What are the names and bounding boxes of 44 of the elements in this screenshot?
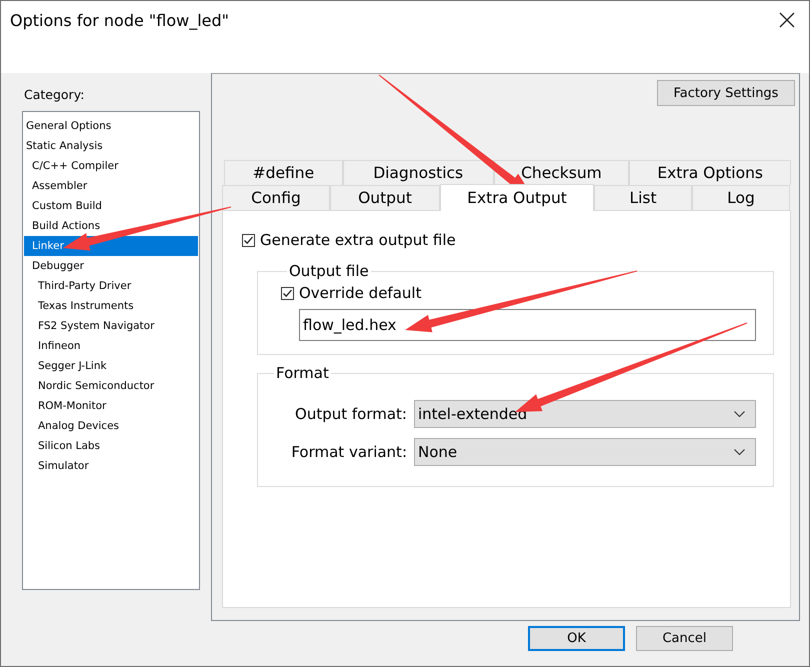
category-item[interactable]: Analog Devices xyxy=(24,416,198,436)
tab[interactable]: Extra Options xyxy=(629,160,792,185)
chevron-icon xyxy=(734,410,745,418)
category-item[interactable]: Nordic Semiconductor xyxy=(24,376,198,396)
close-icon[interactable] xyxy=(779,12,795,28)
category-label: Category: xyxy=(24,87,86,102)
dropdown[interactable]: intel-extended xyxy=(414,400,756,428)
category-item[interactable]: Silicon Labs xyxy=(24,436,198,456)
tab[interactable]: Output xyxy=(330,185,440,210)
category-item[interactable]: Custom Build xyxy=(24,196,198,216)
dialog-button[interactable]: OK xyxy=(528,626,625,651)
field-label: Format variant: xyxy=(290,443,407,461)
category-item[interactable]: Debugger xyxy=(24,256,198,276)
category-item[interactable]: Assembler xyxy=(24,176,198,196)
category-item[interactable]: C/C++ Compiler xyxy=(24,156,198,176)
category-item[interactable]: Third-Party Driver xyxy=(24,276,198,296)
checkbox-label: Override default xyxy=(299,284,422,302)
category-item[interactable]: Simulator xyxy=(24,456,198,476)
tab[interactable]: Config xyxy=(222,185,330,210)
chevron-icon xyxy=(734,448,745,456)
category-item[interactable]: General Options xyxy=(24,116,198,136)
dropdown[interactable]: None xyxy=(414,438,756,466)
factory-settings-button[interactable]: Factory Settings xyxy=(657,80,795,106)
checkbox-label: Generate extra output file xyxy=(260,231,456,249)
dialog-button[interactable]: Cancel xyxy=(636,626,733,651)
category-item[interactable]: Infineon xyxy=(24,336,198,356)
category-item[interactable]: Static Analysis xyxy=(24,136,198,156)
category-item[interactable]: Build Actions xyxy=(24,216,198,236)
group-title: Format xyxy=(275,364,330,382)
output-file-field[interactable]: flow_led.hex xyxy=(299,309,756,341)
checkbox[interactable] xyxy=(242,234,255,246)
tab[interactable]: #define xyxy=(224,160,343,185)
category-item[interactable]: ROM-Monitor xyxy=(24,396,198,416)
window-title: Options for node "flow_led" xyxy=(10,10,230,30)
category-item[interactable]: Segger J-Link xyxy=(24,356,198,376)
tab[interactable]: Log xyxy=(692,185,790,210)
checkbox[interactable] xyxy=(281,286,294,300)
category-item[interactable]: Texas Instruments xyxy=(24,296,198,316)
category-item[interactable]: FS2 System Navigator xyxy=(24,316,198,336)
field-label: Output format: xyxy=(294,405,407,423)
group-title: Output file xyxy=(288,262,370,280)
tab[interactable]: Diagnostics xyxy=(342,160,494,185)
tab[interactable]: List xyxy=(594,185,692,210)
tab[interactable]: Extra Output xyxy=(440,184,594,211)
